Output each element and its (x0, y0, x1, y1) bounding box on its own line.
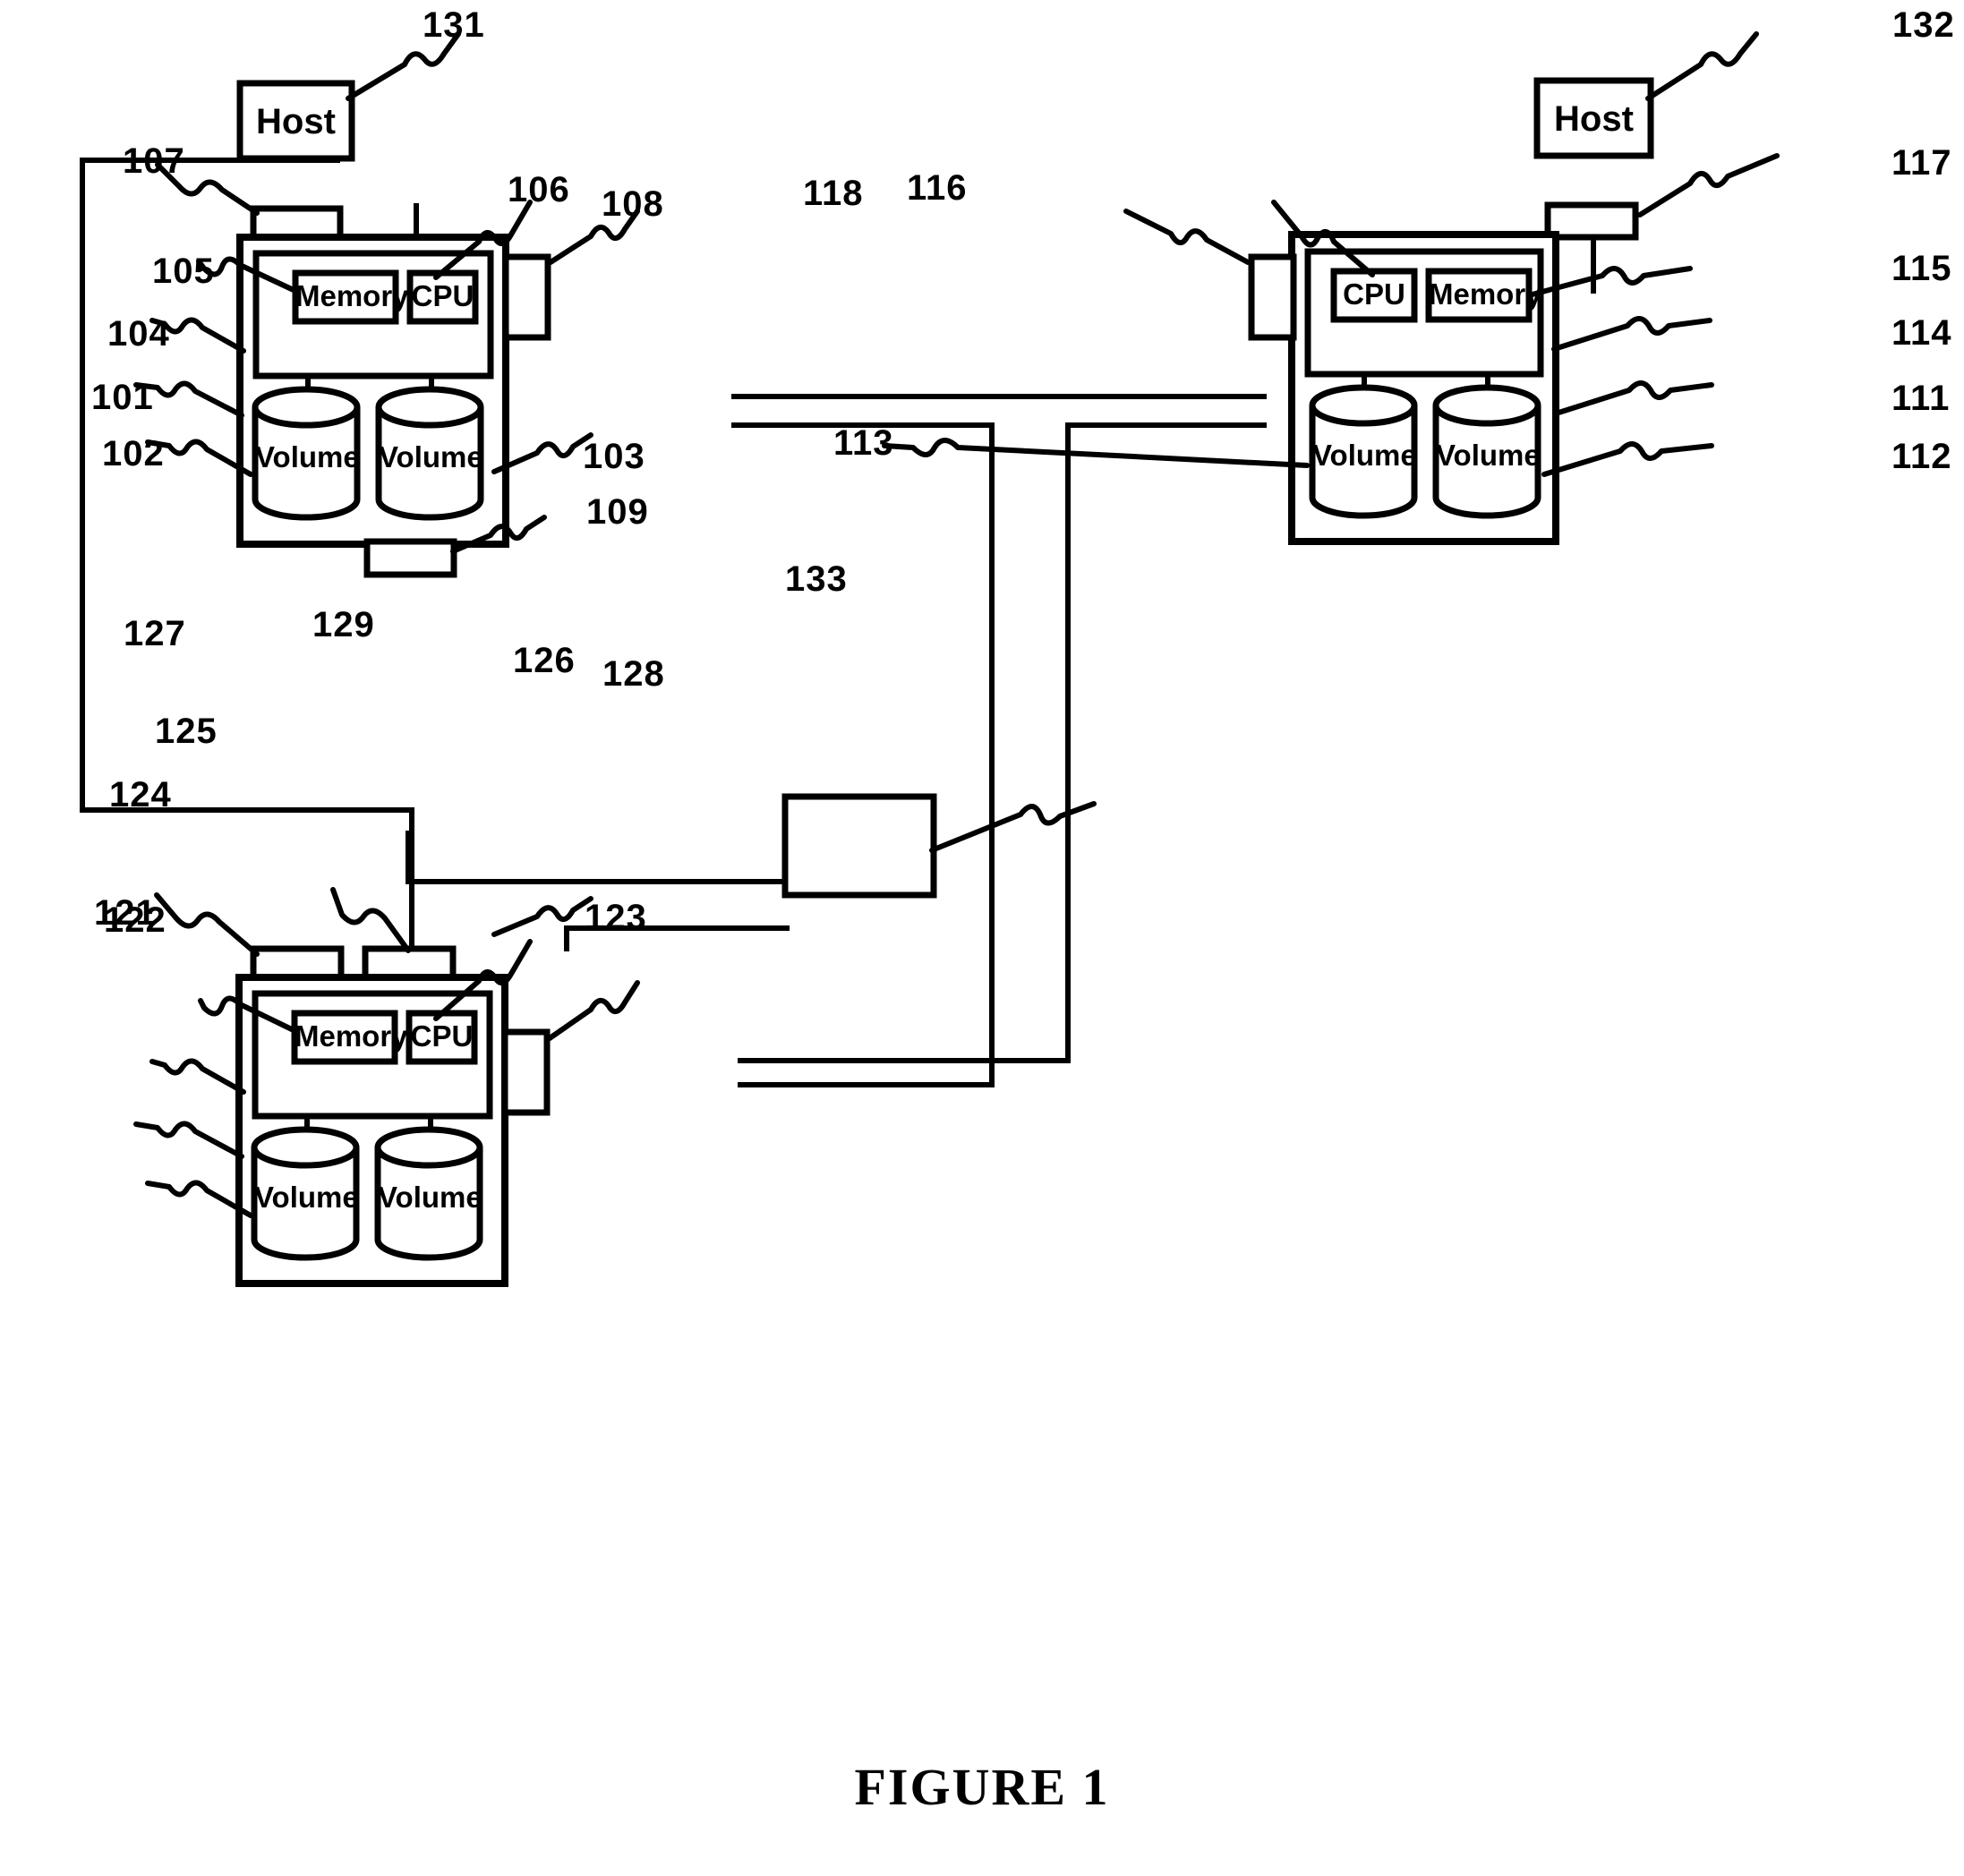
leader-124 (149, 1058, 246, 1095)
reference-numeral-108: 108 (602, 184, 664, 224)
reference-numeral-124: 124 (109, 775, 172, 814)
reference-numeral-103: 103 (583, 437, 645, 476)
reference-numeral-111: 111 (1891, 379, 1951, 418)
storage2-memory-label: Memory (1429, 277, 1542, 311)
storage1-port-bottom[interactable] (363, 538, 457, 578)
reference-numeral-128: 128 (602, 654, 665, 694)
storage2-port-left[interactable] (1248, 253, 1297, 341)
reference-numeral-132: 132 (1892, 5, 1955, 45)
storage3-volume-1-label: Volume (254, 1181, 359, 1214)
reference-numeral-104: 104 (107, 314, 170, 354)
leader-118 (1123, 209, 1251, 265)
leader-111 (1553, 380, 1714, 416)
reference-numeral-116: 116 (907, 168, 968, 208)
reference-numeral-101: 101 (91, 378, 154, 417)
leader-127 (154, 892, 260, 957)
leader-122 (145, 1180, 253, 1218)
leader-128 (547, 980, 640, 1041)
reference-numeral-122: 122 (104, 900, 167, 940)
reference-numeral-105: 105 (152, 252, 215, 291)
storage1-memory-label: Memory (295, 279, 409, 312)
network-switch-box[interactable] (781, 793, 937, 899)
reference-numeral-118: 118 (803, 174, 864, 213)
storage2-volume-1-label: Volume (1312, 439, 1417, 472)
storage1-cpu-label: CPU (411, 279, 474, 312)
wire-port108-to-port128 (731, 422, 995, 1087)
storage1-port-right[interactable] (502, 253, 551, 341)
leader-129 (330, 887, 411, 953)
leader-132 (1645, 31, 1759, 101)
storage2-volume-2-label: Volume (1436, 439, 1541, 472)
leader-114 (1551, 316, 1712, 352)
figure-caption: FIGURE 1 (854, 1758, 1110, 1816)
reference-numeral-133: 133 (785, 559, 848, 599)
storage3-volume-2-label: Volume (378, 1181, 482, 1214)
reference-numeral-107: 107 (123, 141, 185, 181)
patent-figure-page: Host Host Memory CPU Volume Volume CPU M… (0, 0, 1964, 1876)
reference-numeral-131: 131 (423, 5, 485, 45)
host-left-label: Host (256, 102, 336, 141)
reference-numeral-125: 125 (155, 712, 218, 751)
reference-numeral-129: 129 (312, 605, 375, 644)
reference-numeral-109: 109 (586, 492, 649, 532)
storage2-port-top[interactable] (1544, 201, 1639, 241)
leader-117 (1637, 153, 1780, 217)
wire-port118-to-port128 (738, 422, 1267, 1063)
storage3-port-right[interactable] (501, 1028, 551, 1116)
storage1-volume-1-label: Volume (255, 440, 360, 473)
storage1-volume-2-label: Volume (379, 440, 483, 473)
host-right-label: Host (1554, 99, 1634, 139)
reference-numeral-106: 106 (508, 170, 570, 209)
storage3-memory-label: Memory (295, 1019, 408, 1053)
leader-112 (1541, 441, 1714, 477)
reference-numeral-114: 114 (1891, 313, 1952, 353)
leader-121 (133, 1121, 244, 1159)
storage3-cpu-label: CPU (410, 1019, 474, 1053)
reference-numeral-102: 102 (102, 434, 165, 473)
reference-numeral-113: 113 (833, 423, 894, 463)
leader-113 (882, 438, 1310, 468)
wire-port109-to-switch (406, 831, 790, 884)
reference-numeral-117: 117 (1891, 143, 1952, 183)
reference-numeral-126: 126 (513, 641, 576, 680)
storage2-cpu-label: CPU (1343, 277, 1405, 311)
reference-numeral-115: 115 (1891, 249, 1952, 288)
reference-numeral-112: 112 (1891, 437, 1952, 476)
reference-numeral-123: 123 (585, 898, 647, 937)
reference-numeral-127: 127 (124, 614, 186, 653)
